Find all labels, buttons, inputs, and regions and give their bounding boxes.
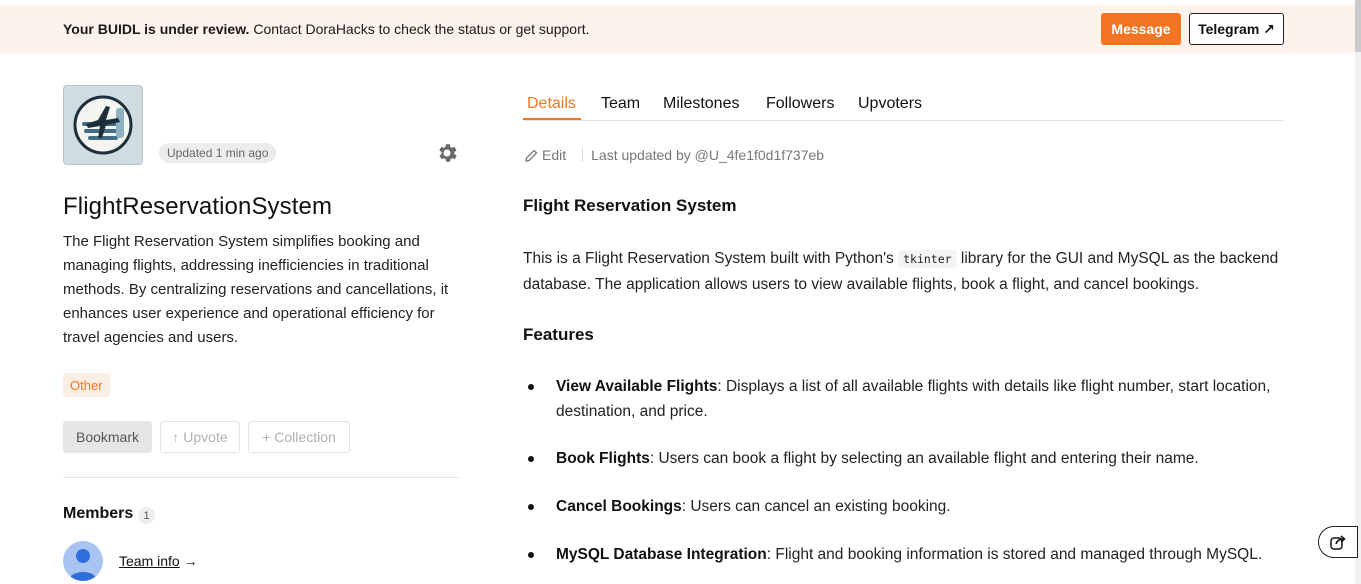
- banner-status-rest: Contact DoraHacks to check the status or…: [249, 21, 590, 37]
- tab-followers[interactable]: Followers: [766, 95, 834, 113]
- airplane-stack-logo-icon: [73, 95, 133, 155]
- arrow-right-icon: →: [179, 553, 198, 569]
- list-item: Book Flights: Users can book a flight by…: [523, 446, 1293, 471]
- tab-team[interactable]: Team: [601, 95, 640, 113]
- feature-title: Cancel Bookings: [556, 498, 682, 515]
- feature-title: MySQL Database Integration: [556, 546, 767, 563]
- user-avatar-icon[interactable]: [63, 541, 103, 581]
- project-logo: [63, 85, 143, 165]
- edit-separator: [582, 148, 584, 162]
- message-button[interactable]: Message: [1101, 13, 1181, 45]
- category-tag[interactable]: Other: [63, 373, 110, 397]
- upvote-button[interactable]: ↑ Upvote: [160, 421, 240, 453]
- list-item: View Available Flights: Displays a list …: [523, 374, 1293, 424]
- members-title: Members: [63, 505, 134, 522]
- feature-title: Book Flights: [556, 450, 650, 467]
- feature-text: Cancel Bookings: Users can cancel an exi…: [556, 494, 1286, 519]
- feature-desc: : Flight and booking information is stor…: [766, 546, 1263, 563]
- feature-title: View Available Flights: [556, 378, 718, 395]
- feature-desc: : Users can book a flight by selecting a…: [649, 450, 1199, 467]
- tab-upvoters[interactable]: Upvoters: [858, 95, 922, 113]
- telegram-button[interactable]: Telegram ↗: [1189, 13, 1284, 45]
- share-icon[interactable]: [1318, 526, 1358, 558]
- bullet: [528, 456, 534, 462]
- tab-details[interactable]: Details: [527, 95, 576, 113]
- content-intro: This is a Flight Reservation System buil…: [523, 246, 1293, 297]
- project-description: The Flight Reservation System simplifies…: [63, 233, 449, 346]
- banner-text: Your BUIDL is under review. Contact Dora…: [63, 21, 590, 37]
- members-count-badge: 1: [138, 507, 155, 524]
- feature-text: MySQL Database Integration: Flight and b…: [556, 542, 1286, 567]
- detail-tabs: Details Team Milestones Followers Upvote…: [523, 87, 1284, 121]
- feature-desc: : Users can cancel an existing booking.: [681, 498, 951, 515]
- intro-before: This is a Flight Reservation System buil…: [523, 250, 899, 267]
- feature-text: Book Flights: Users can book a flight by…: [556, 446, 1286, 471]
- project-title: FlightReservationSystem: [63, 193, 333, 220]
- tab-milestones[interactable]: Milestones: [663, 95, 739, 113]
- active-tab-underline: [523, 118, 581, 120]
- bullet: [528, 384, 534, 390]
- banner-status-bold: Your BUIDL is under review.: [63, 21, 250, 37]
- review-banner: Your BUIDL is under review. Contact Dora…: [0, 5, 1355, 53]
- bookmark-button[interactable]: Bookmark: [63, 421, 152, 453]
- updated-badge: Updated 1 min ago: [159, 143, 277, 163]
- scrollbar-thumb[interactable]: [1355, 0, 1361, 52]
- list-item: Cancel Bookings: Users can cancel an exi…: [523, 494, 1293, 519]
- collection-button[interactable]: + Collection: [248, 421, 350, 453]
- intro-code: tkinter: [898, 250, 957, 268]
- team-info-link[interactable]: Team info →: [119, 553, 198, 569]
- gear-icon[interactable]: [435, 141, 459, 165]
- team-info-label[interactable]: Team info: [119, 553, 180, 569]
- last-updated-text: Last updated by @U_4fe1f0d1f737eb: [591, 147, 825, 163]
- edit-button[interactable]: Edit: [542, 147, 566, 163]
- bullet: [528, 552, 534, 558]
- features-heading: Features: [523, 325, 594, 344]
- content-heading: Flight Reservation System: [523, 196, 737, 215]
- edit-row: Edit Last updated by @U_4fe1f0d1f737eb: [525, 147, 824, 163]
- list-item: MySQL Database Integration: Flight and b…: [523, 542, 1293, 567]
- pencil-icon[interactable]: [525, 149, 538, 162]
- feature-text: View Available Flights: Displays a list …: [556, 374, 1286, 424]
- bullet: [528, 504, 534, 510]
- divider: [63, 477, 459, 478]
- scrollbar[interactable]: [1355, 0, 1361, 584]
